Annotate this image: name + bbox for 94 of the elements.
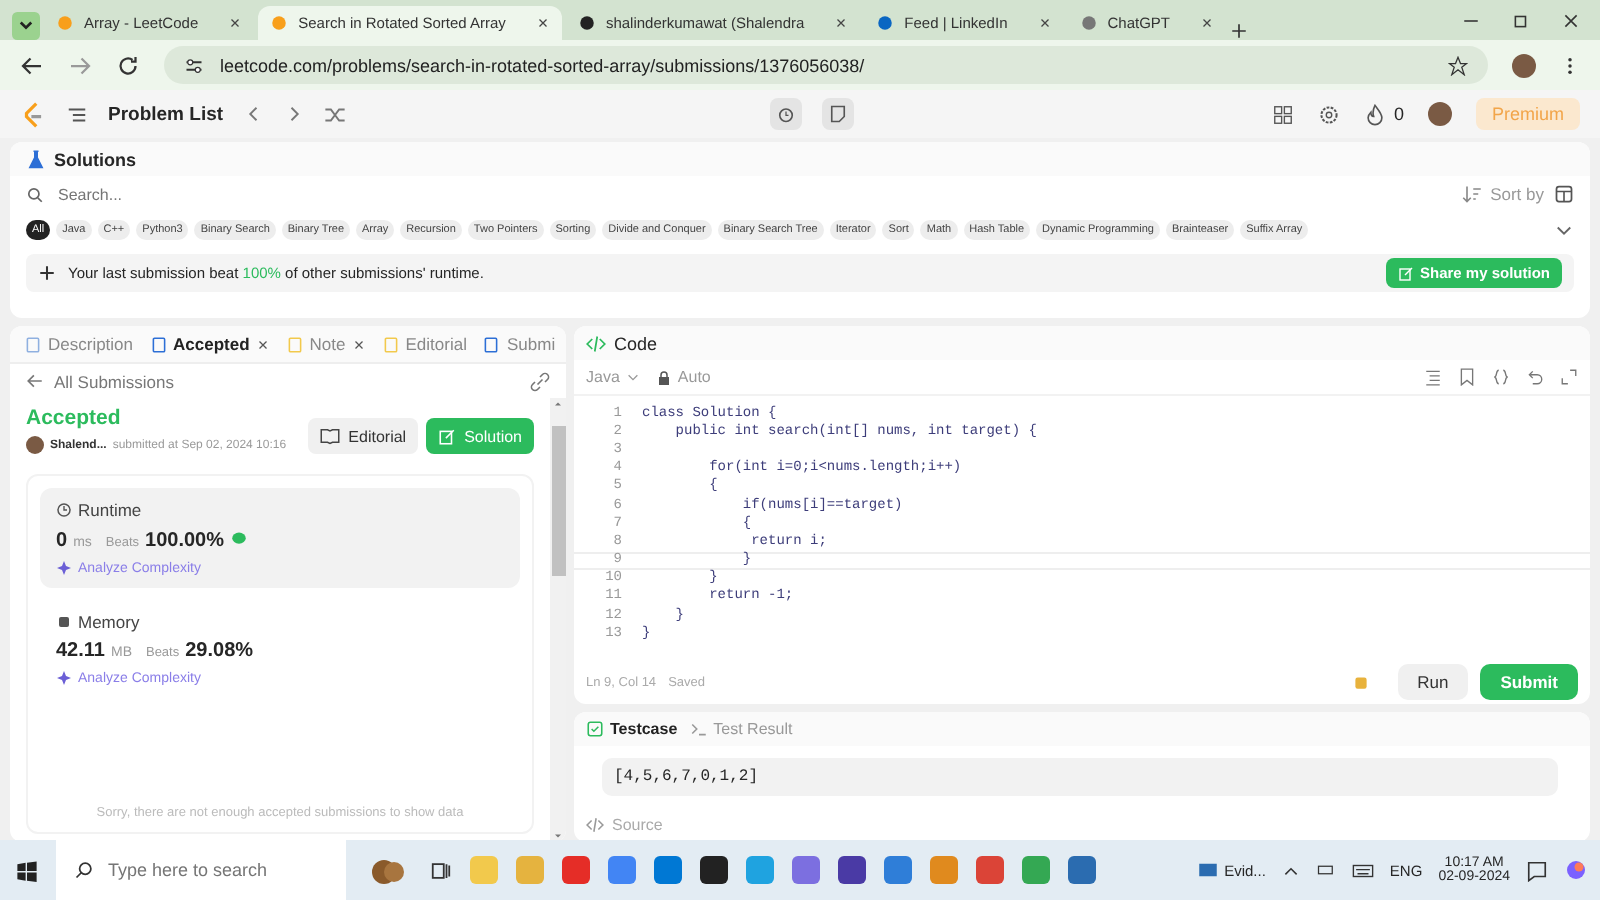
sparkle-icon bbox=[56, 670, 72, 686]
badge-icon bbox=[230, 528, 249, 546]
scrollbar-thumb[interactable] bbox=[551, 426, 565, 576]
site-icon bbox=[270, 14, 289, 32]
undo-icon bbox=[1526, 368, 1544, 386]
alarm-clock-icon bbox=[776, 104, 796, 124]
solutions-title: Solutions bbox=[54, 149, 136, 169]
plus-icon bbox=[38, 264, 56, 282]
site-icon bbox=[1079, 14, 1098, 32]
plus-icon bbox=[1230, 22, 1249, 40]
settings-icon bbox=[1317, 103, 1340, 125]
clock-icon bbox=[56, 502, 72, 518]
sparkle-icon bbox=[56, 560, 72, 576]
chevron-down-icon bbox=[12, 12, 40, 40]
run-button[interactable]: Run bbox=[1397, 664, 1469, 700]
tab-icon bbox=[482, 335, 501, 353]
braces-icon bbox=[1492, 368, 1510, 386]
close-icon bbox=[1562, 11, 1580, 29]
close-icon bbox=[535, 16, 550, 30]
profile-avatar[interactable] bbox=[1512, 53, 1536, 77]
lock-icon bbox=[655, 369, 672, 385]
edit-icon bbox=[438, 427, 457, 445]
taskbar-search-field[interactable]: Type here to search bbox=[56, 840, 346, 900]
panel-tab[interactable]: Accepted bbox=[143, 334, 276, 354]
stat-value: 0 bbox=[56, 530, 68, 552]
taskbar-app-icon[interactable] bbox=[700, 856, 728, 884]
reload-icon bbox=[116, 53, 140, 77]
code-icon bbox=[586, 333, 606, 353]
beats-percent: 29.08% bbox=[185, 640, 254, 662]
search-field[interactable]: Search... bbox=[54, 183, 1453, 205]
windows-start-icon bbox=[16, 859, 38, 881]
app-icon bbox=[1198, 860, 1219, 880]
close-icon bbox=[1200, 16, 1215, 30]
format-icon bbox=[1424, 368, 1442, 386]
task-view-icon bbox=[430, 859, 452, 881]
streak-count: 0 bbox=[1393, 104, 1404, 124]
flame-icon bbox=[1363, 103, 1386, 125]
layout-icon bbox=[1554, 184, 1574, 204]
notification-icon bbox=[1526, 859, 1548, 881]
back-arrow-icon bbox=[26, 372, 44, 390]
site-icon bbox=[876, 14, 895, 32]
tab-icon bbox=[149, 335, 168, 353]
close-icon bbox=[834, 16, 849, 30]
sort-icon bbox=[1462, 184, 1483, 204]
close-icon bbox=[228, 16, 243, 30]
book-icon bbox=[320, 426, 341, 446]
taskbar-app-icon[interactable] bbox=[838, 856, 866, 884]
colorful-app-icon bbox=[1564, 858, 1588, 882]
list-icon bbox=[66, 103, 88, 125]
user-avatar[interactable] bbox=[1427, 102, 1452, 126]
problem-list-link[interactable]: Problem List bbox=[108, 103, 224, 125]
all-submissions-link[interactable]: All Submissions bbox=[54, 371, 174, 391]
site-icon bbox=[56, 14, 74, 32]
close-icon bbox=[1037, 16, 1052, 30]
console-tab[interactable]: Testcase bbox=[586, 720, 678, 738]
tab-icon bbox=[24, 335, 42, 353]
notes-button[interactable] bbox=[822, 98, 854, 130]
stat-value: 42.11 bbox=[56, 640, 105, 662]
code-title: Code bbox=[614, 333, 658, 353]
back-arrow-icon bbox=[20, 53, 44, 77]
site-icon bbox=[577, 14, 596, 32]
shuffle-icon bbox=[323, 103, 346, 125]
site-settings-icon bbox=[184, 55, 204, 75]
terminal-icon bbox=[689, 720, 708, 738]
restore-icon bbox=[1512, 11, 1530, 29]
chevron-down-icon bbox=[625, 370, 640, 384]
address-bar[interactable]: leetcode.com/problems/search-in-rotated-sorted-array/submissions/1376056038/ bbox=[164, 46, 1488, 84]
scroll-up-icon bbox=[552, 398, 564, 410]
bookmark-icon bbox=[1458, 368, 1476, 386]
star-icon bbox=[1448, 55, 1468, 75]
editorial-button[interactable]: Editorial bbox=[308, 418, 419, 454]
checkbox-icon bbox=[586, 720, 604, 738]
edit-icon bbox=[1397, 265, 1414, 281]
search-icon bbox=[74, 860, 94, 880]
testcase-input[interactable]: [4,5,6,7,0,1,2] bbox=[602, 758, 1558, 796]
keyboard-icon bbox=[1351, 859, 1374, 881]
logo-icon bbox=[20, 101, 46, 127]
flask-icon bbox=[26, 149, 46, 169]
expand-icon bbox=[1560, 368, 1578, 386]
stat-title: Runtime bbox=[78, 500, 142, 520]
stat-title: Memory bbox=[78, 612, 140, 632]
search-icon bbox=[26, 185, 44, 203]
tab-icon bbox=[381, 335, 400, 353]
grid-icon bbox=[1271, 103, 1294, 125]
timer-button[interactable] bbox=[770, 98, 802, 130]
forward-arrow-icon bbox=[68, 53, 92, 77]
battery-icon bbox=[1315, 860, 1336, 880]
author-avatar bbox=[26, 436, 44, 454]
beats-percent: 100.00% bbox=[145, 530, 225, 552]
link-icon bbox=[530, 371, 550, 391]
code-icon bbox=[586, 815, 604, 833]
tab-icon bbox=[285, 335, 304, 353]
note-icon bbox=[828, 104, 848, 124]
submission-status: Accepted bbox=[26, 406, 123, 430]
